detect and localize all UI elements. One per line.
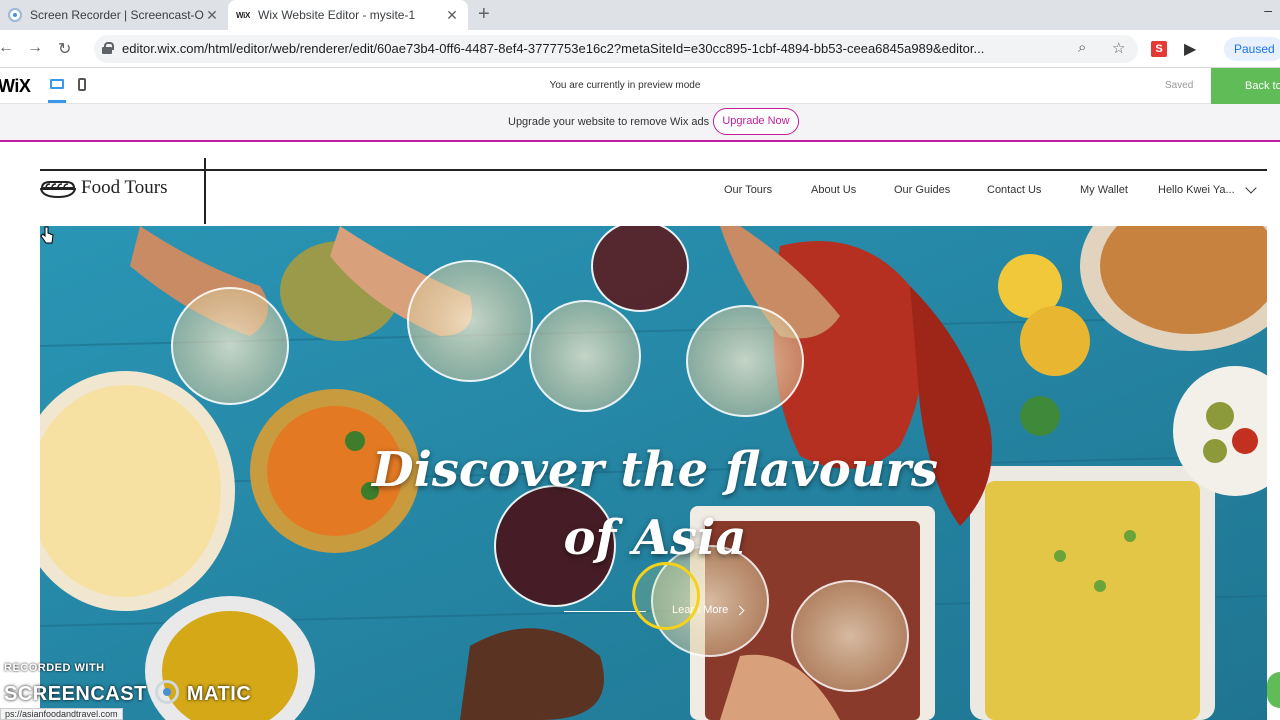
nav-our-guides[interactable]: Our Guides	[894, 184, 950, 196]
status-bar-url: ps://asianfoodandtravel.com	[0, 708, 123, 720]
site-logo-text[interactable]: Food Tours	[81, 177, 167, 199]
browser-toolbar: ← → ↻ editor.wix.com/html/editor/web/ren…	[0, 30, 1280, 68]
wix-favicon-icon: WiX	[235, 10, 251, 20]
saved-status: Saved	[1165, 80, 1194, 91]
chat-widget-icon[interactable]	[1267, 672, 1280, 708]
minimize-window-button[interactable]: –	[1264, 2, 1272, 18]
preview-mode-message: You are currently in preview mode	[549, 80, 701, 91]
learn-more-line	[564, 611, 646, 612]
new-tab-button[interactable]: +	[478, 3, 490, 26]
cursor-highlight-ring	[632, 562, 700, 630]
tab-screen-recorder[interactable]: Screen Recorder | Screencast-O-M ✕	[0, 0, 228, 30]
back-to-editor-button[interactable]: Back to Editor	[1211, 68, 1280, 104]
tab-title: Wix Website Editor - mysite-1	[258, 8, 416, 22]
bookmark-star-icon[interactable]: ☆	[1112, 39, 1125, 57]
recorded-with-label: RECORDED WITH	[4, 662, 105, 674]
back-arrow-icon[interactable]: ←	[0, 39, 14, 57]
address-bar[interactable]: editor.wix.com/html/editor/web/renderer/…	[94, 35, 1138, 63]
hero-title: Discover the flavours of Asia	[372, 442, 938, 566]
nav-our-tours[interactable]: Our Tours	[724, 184, 772, 196]
header-vertical-divider	[204, 158, 206, 224]
upgrade-banner: Upgrade your website to remove Wix ads U…	[0, 104, 1280, 142]
header-divider	[40, 169, 1267, 171]
upgrade-now-button[interactable]: Upgrade Now	[713, 108, 799, 135]
food-bowl-logo-icon[interactable]	[40, 178, 76, 200]
nav-about-us[interactable]: About Us	[811, 184, 856, 196]
browser-tab-strip: Screen Recorder | Screencast-O-M ✕ WiX W…	[0, 0, 1280, 30]
watermark-right: MATIC	[186, 683, 252, 705]
tab-close-icon[interactable]: ✕	[444, 7, 460, 24]
nav-my-wallet[interactable]: My Wallet	[1080, 184, 1128, 196]
chevron-down-icon[interactable]	[1245, 182, 1257, 194]
watermark-left: SCREENCAST	[4, 683, 147, 705]
nav-user-menu[interactable]: Hello Kwei Ya...	[1158, 184, 1235, 196]
screencast-favicon-icon	[8, 8, 22, 22]
zoom-icon[interactable]: ⌕	[1078, 39, 1086, 56]
screencast-o-matic-watermark: SCREENCAST MATIC	[4, 680, 251, 706]
extension-s-icon[interactable]: S	[1151, 41, 1167, 57]
tab-title: Screen Recorder | Screencast-O-M	[30, 8, 204, 22]
forward-arrow-icon[interactable]: →	[27, 39, 43, 57]
tab-close-icon[interactable]: ✕	[204, 7, 220, 24]
screencast-logo-icon	[154, 680, 179, 704]
hand-pointer-cursor-icon	[40, 226, 54, 244]
tab-wix-editor[interactable]: WiX Wix Website Editor - mysite-1 ✕	[228, 0, 468, 30]
hero-section: Discover the flavours of Asia Learn More	[40, 226, 1267, 720]
desktop-view-indicator	[48, 100, 66, 103]
wix-preview-bar: WiX You are currently in preview mode Sa…	[0, 68, 1280, 104]
extension-play-icon[interactable]: ▶	[1184, 39, 1196, 59]
url-text[interactable]: editor.wix.com/html/editor/web/renderer/…	[122, 41, 1062, 56]
chevron-right-icon[interactable]	[734, 605, 745, 616]
upgrade-banner-text: Upgrade your website to remove Wix ads	[508, 116, 710, 128]
profile-paused-button[interactable]: Paused	[1224, 37, 1280, 61]
lock-icon	[102, 42, 114, 54]
reload-icon[interactable]: ↻	[58, 39, 71, 59]
nav-contact-us[interactable]: Contact Us	[987, 184, 1041, 196]
site-header: Food Tours Our Tours About Us Our Guides…	[0, 144, 1280, 226]
